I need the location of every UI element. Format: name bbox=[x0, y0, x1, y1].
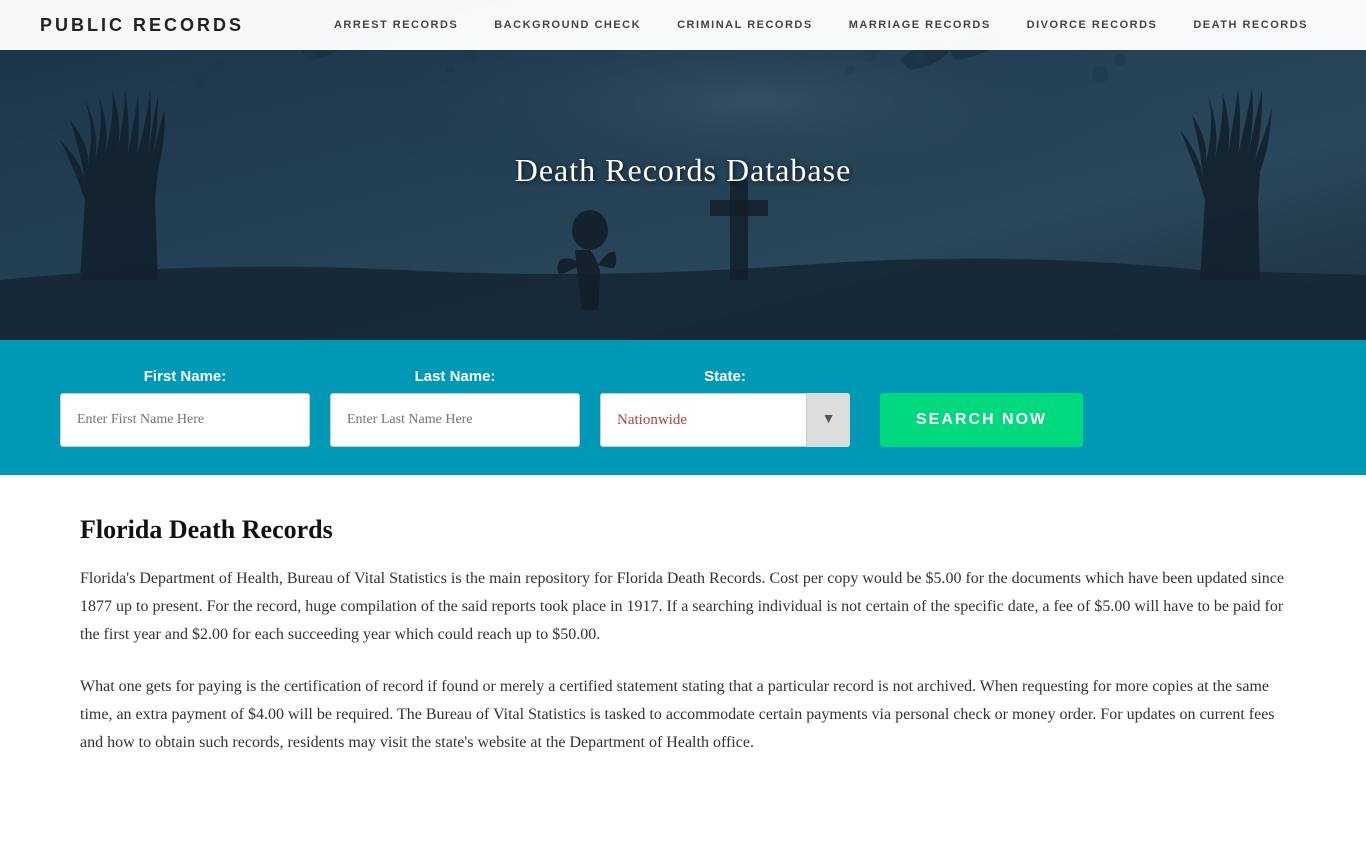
nav-link-arrest-records[interactable]: ARREST RECORDS bbox=[316, 19, 476, 31]
state-field: State: NationwideAlabamaAlaskaArizonaArk… bbox=[600, 368, 850, 447]
site-logo[interactable]: PUBLIC RECORDS bbox=[40, 15, 244, 36]
search-section: First Name: Last Name: State: Nationwide… bbox=[0, 340, 1366, 475]
nav-link-marriage-records[interactable]: MARRIAGE RECORDS bbox=[831, 19, 1009, 31]
hero-section: Death Records Database bbox=[0, 0, 1366, 340]
content-section: Florida Death Records Florida's Departme… bbox=[0, 475, 1366, 841]
first-name-input[interactable] bbox=[60, 393, 310, 447]
first-name-label: First Name: bbox=[60, 368, 310, 385]
last-name-label: Last Name: bbox=[330, 368, 580, 385]
nav-link-divorce-records[interactable]: DIVORCE RECORDS bbox=[1009, 19, 1176, 31]
first-name-field: First Name: bbox=[60, 368, 310, 447]
search-now-button[interactable]: SEARCH NOW bbox=[880, 393, 1083, 447]
nav-link-criminal-records[interactable]: CRIMINAL RECORDS bbox=[659, 19, 831, 31]
content-paragraph-1: Florida's Department of Health, Bureau o… bbox=[80, 565, 1286, 649]
last-name-input[interactable] bbox=[330, 393, 580, 447]
content-heading: Florida Death Records bbox=[80, 515, 1286, 545]
hero-title: Death Records Database bbox=[515, 152, 852, 189]
content-paragraph-2: What one gets for paying is the certific… bbox=[80, 673, 1286, 757]
nav-link-death-records[interactable]: DEATH RECORDS bbox=[1175, 19, 1326, 31]
nav-link-background-check[interactable]: BACKGROUND CHECK bbox=[476, 19, 659, 31]
state-select-wrapper: NationwideAlabamaAlaskaArizonaArkansasCa… bbox=[600, 393, 850, 447]
state-select[interactable]: NationwideAlabamaAlaskaArizonaArkansasCa… bbox=[600, 393, 850, 447]
nav-links: ARREST RECORDSBACKGROUND CHECKCRIMINAL R… bbox=[316, 19, 1326, 31]
state-label: State: bbox=[600, 368, 850, 385]
navbar: PUBLIC RECORDS ARREST RECORDSBACKGROUND … bbox=[0, 0, 1366, 50]
last-name-field: Last Name: bbox=[330, 368, 580, 447]
